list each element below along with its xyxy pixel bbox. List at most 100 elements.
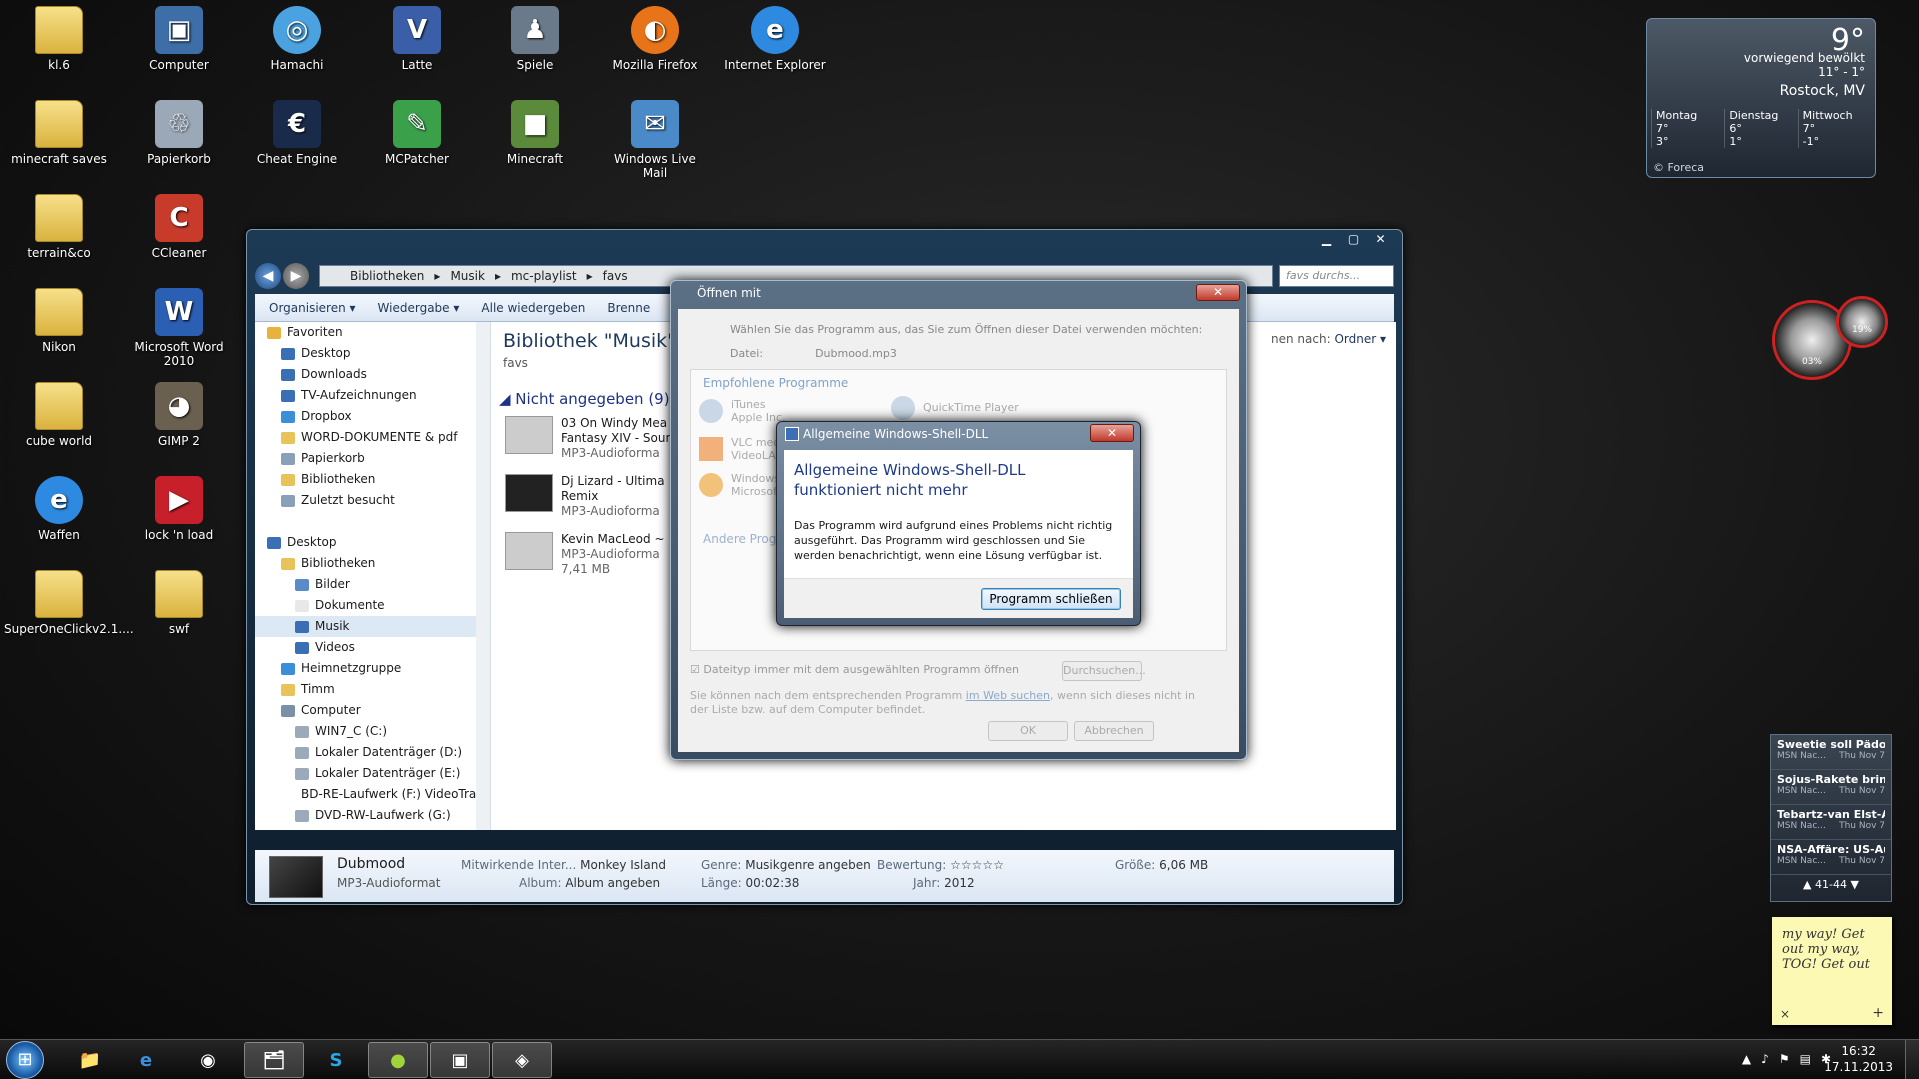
news-item[interactable]: Sojus-Rakete bringt ... MSN Nac... Thu No… [1771,770,1891,805]
close-icon[interactable]: ✕ [1090,424,1134,442]
desktop-shortcut[interactable]: SuperOneClickv2.1.... [4,570,134,636]
back-button[interactable]: ◀ [255,263,281,289]
rating-stars[interactable]: ☆☆☆☆☆ [950,858,1004,872]
always-use-checkbox[interactable]: ☑ Dateityp immer mit dem ausgewählten Pr… [690,663,1019,676]
news-gadget[interactable]: Sweetie soll Pädo... MSN Nac... Thu Nov 7… [1770,734,1892,902]
taskbar-explorer-icon[interactable]: 📁 [60,1042,120,1078]
genre-value[interactable]: Musikgenre angeben [745,858,871,872]
network-icon[interactable]: ▤ [1800,1052,1811,1066]
news-item[interactable]: Tebartz-van Elst-Aff... MSN Nac... Thu No… [1771,805,1891,840]
nav-item[interactable]: Wechseldatenträger (I:) [255,826,490,830]
nav-item[interactable]: Favoriten [255,322,490,343]
error-dialog[interactable]: Allgemeine Windows-Shell-DLL ✕ Allgemein… [776,421,1141,626]
show-desktop-button[interactable] [1905,1040,1919,1079]
desktop-shortcut[interactable]: minecraft saves [4,100,114,166]
desktop-shortcut[interactable]: ▶ lock 'n load [124,476,234,542]
weather-provider[interactable]: © Foreca [1653,161,1704,174]
nav-item[interactable]: Zuletzt besucht [255,490,490,511]
desktop-shortcut[interactable]: C CCleaner [124,194,234,260]
nav-scrollbar[interactable] [476,322,490,830]
cancel-button[interactable]: Abbrechen [1074,721,1154,741]
minimize-icon[interactable]: ▁ [1313,230,1340,248]
desktop-shortcut[interactable]: ✎ MCPatcher [362,100,472,166]
breadcrumb-item[interactable]: favs [603,269,628,283]
news-item[interactable]: NSA-Affäre: US-Auß... MSN Nac... Thu Nov … [1771,840,1891,875]
sticky-note[interactable]: my way! Get out my way, TOG! Get out × + [1772,917,1892,1025]
nav-item[interactable]: Lokaler Datenträger (D:) [255,742,490,763]
nav-item[interactable]: Computer [255,700,490,721]
news-pager[interactable]: ▲ 41-44 ▼ [1771,875,1891,891]
nav-item[interactable]: BD-RE-Laufwerk (F:) VideoTraini [255,784,490,805]
nav-item[interactable]: Dokumente [255,595,490,616]
close-icon[interactable]: ✕ [1367,230,1394,248]
taskbar-skype-icon[interactable]: S [306,1042,366,1078]
maximize-icon[interactable]: ▢ [1340,230,1367,248]
nav-item[interactable]: Downloads [255,364,490,385]
forward-button[interactable]: ▶ [283,263,309,289]
breadcrumb-item[interactable]: Bibliotheken [350,269,424,283]
desktop-shortcut[interactable]: terrain&co [4,194,114,260]
year-value[interactable]: 2012 [944,876,975,890]
nav-item[interactable]: DVD-RW-Laufwerk (G:) [255,805,490,826]
artist-value[interactable]: Monkey Island [580,858,666,872]
ram-meter-gadget[interactable]: 19% [1836,296,1888,348]
start-button[interactable]: ⊞ [6,1041,44,1079]
nav-item[interactable]: Timm [255,679,490,700]
organize-button[interactable]: Organisieren ▾ [269,301,356,315]
program-item[interactable]: QuickTime Player [891,396,1019,420]
taskbar-gimp-icon[interactable]: ◈ [492,1042,552,1078]
nav-item[interactable]: Desktop [255,343,490,364]
program-item[interactable]: Windows Microsoft [699,472,781,498]
desktop-shortcut[interactable]: cube world [4,382,114,448]
search-input[interactable]: favs durchs... [1279,265,1394,287]
desktop-shortcut[interactable]: swf [124,570,234,636]
desktop-shortcut[interactable]: ✉ Windows Live Mail [600,100,710,180]
taskbar-explorer-window-icon[interactable]: 🗂 [244,1042,304,1078]
burn-button[interactable]: Brenne [607,301,650,315]
desktop-shortcut[interactable]: ▣ Computer [124,6,234,72]
desktop-shortcut[interactable]: ♲ Papierkorb [124,100,234,166]
desktop-shortcut[interactable]: e Waffen [4,476,114,542]
desktop-shortcut[interactable]: kl.6 [4,6,114,72]
desktop-shortcut[interactable]: ◐ Mozilla Firefox [600,6,710,72]
desktop-shortcut[interactable]: W Microsoft Word 2010 [124,288,234,368]
news-item[interactable]: Sweetie soll Pädo... MSN Nac... Thu Nov 7 [1771,735,1891,770]
arrange-value[interactable]: Ordner ▾ [1334,332,1386,346]
program-item[interactable]: iTunes Apple Inc. [699,398,786,424]
navigation-pane[interactable]: Favoriten Desktop Downloads TV-Aufzeichnung… [255,322,491,830]
weather-gadget[interactable]: 9° vorwiegend bewölkt 11° - 1° Rostock, … [1646,18,1876,178]
pager-down-icon[interactable]: ▼ [1850,878,1858,891]
nav-item[interactable]: Heimnetzgruppe [255,658,490,679]
play-all-button[interactable]: Alle wiedergeben [481,301,585,315]
group-header[interactable]: ◢ Nicht angegeben (9) [499,390,670,408]
note-text[interactable]: my way! Get out my way, TOG! Get out [1782,927,1870,972]
list-item[interactable]: Dj Lizard - Ultima Remix MP3-Audioforma [505,474,675,528]
close-icon[interactable]: ✕ [1196,284,1240,301]
nav-item[interactable]: Papierkorb [255,448,490,469]
nav-item[interactable]: Lokaler Datenträger (E:) [255,763,490,784]
nav-item[interactable]: TV-Aufzeichnungen [255,385,490,406]
close-program-button[interactable]: Programm schließen [981,588,1121,610]
pager-up-icon[interactable]: ▲ [1803,878,1811,891]
note-close-icon[interactable]: × [1780,1007,1790,1021]
tray-expand-icon[interactable]: ▲ [1742,1052,1751,1066]
breadcrumb-item[interactable]: mc-playlist [511,269,577,283]
nav-item[interactable]: Bibliotheken [255,469,490,490]
nav-item[interactable]: WIN7_C (C:) [255,721,490,742]
volume-icon[interactable]: ♪ [1761,1052,1769,1066]
desktop-shortcut[interactable]: € Cheat Engine [242,100,352,166]
nav-item[interactable]: WORD-DOKUMENTE & pdf [255,427,490,448]
nav-item[interactable]: Musik [255,616,490,637]
note-add-icon[interactable]: + [1872,1005,1884,1021]
desktop-shortcut[interactable]: ◕ GIMP 2 [124,382,234,448]
desktop-shortcut[interactable]: Nikon [4,288,114,354]
browse-button[interactable]: Durchsuchen... [1062,661,1146,681]
desktop-shortcut[interactable]: V Latte [362,6,472,72]
taskbar-app-icon[interactable]: ◉ [178,1042,238,1078]
desktop-shortcut[interactable]: ◎ Hamachi [242,6,352,72]
clock[interactable]: 16:32 17.11.2013 [1824,1043,1893,1075]
nav-item[interactable]: Desktop [255,532,490,553]
nav-item[interactable]: Videos [255,637,490,658]
ok-button[interactable]: OK [988,721,1068,741]
taskbar-window-icon[interactable]: ▣ [430,1042,490,1078]
